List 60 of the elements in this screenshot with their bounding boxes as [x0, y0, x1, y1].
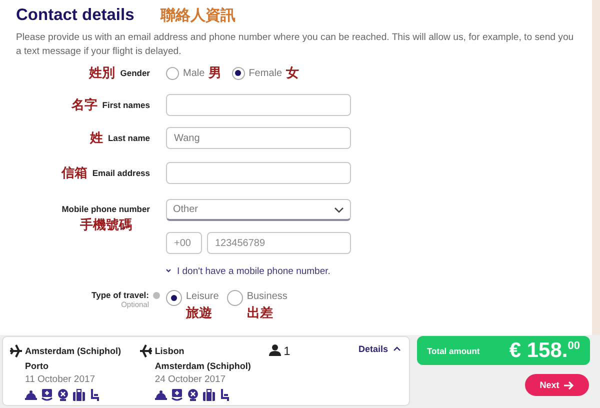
chevron-up-icon: [393, 346, 402, 351]
field-label: Type of travel:: [92, 290, 149, 300]
medical-icon: [41, 389, 53, 401]
text-field[interactable]: [166, 162, 351, 184]
destination-city: Amsterdam (Schiphol): [154, 361, 252, 371]
option-label[interactable]: Business: [246, 290, 288, 303]
airplane-icon: [138, 344, 153, 358]
airplane-icon: [9, 344, 23, 358]
arrow-right-icon: [564, 380, 574, 390]
flight-date: 24 October 2017: [154, 374, 227, 385]
seat-icon: [218, 389, 231, 401]
annotation: 名字: [71, 96, 98, 114]
annotation: 姓別: [89, 65, 116, 82]
annotation: 出差: [246, 305, 273, 322]
annotation: 旅遊: [186, 305, 212, 322]
cancel-icon: [57, 389, 69, 401]
section-title: Contact details: [16, 6, 134, 24]
field-label: Gender: [120, 68, 150, 78]
annotation: 聯絡人資訊: [160, 6, 236, 24]
annotation: 姓: [90, 130, 103, 147]
annotation: 女: [286, 65, 300, 82]
option-label[interactable]: Female: [248, 68, 282, 78]
origin-city: Lisbon: [154, 346, 184, 356]
country-dropdown[interactable]: Other: [166, 199, 351, 221]
no-mobile-link[interactable]: I don't have a mobile phone number.: [166, 266, 330, 276]
medical-icon: [170, 389, 183, 401]
details-link[interactable]: Details: [358, 344, 402, 356]
next-button[interactable]: Next: [525, 374, 589, 396]
radio-button[interactable]: [166, 66, 179, 80]
description: Please provide us with an email address and phone number where you can be reached. This will allow us, for example, to send you a text message if your flight is delayed.: [16, 31, 575, 59]
radio-button[interactable]: [232, 66, 245, 80]
field-label: Email address: [92, 168, 150, 178]
prefix-field[interactable]: +00: [166, 232, 202, 254]
seat-icon: [89, 389, 101, 401]
radio-button[interactable]: [226, 290, 243, 306]
info-icon: [153, 292, 160, 299]
annotation: 手機號碼: [80, 216, 132, 234]
phone-field[interactable]: 123456789: [207, 232, 351, 254]
destination-city: Porto: [24, 361, 50, 371]
origin-city: Amsterdam (Schiphol): [25, 346, 122, 356]
person-icon: [268, 344, 281, 356]
chevron-down-icon: [334, 206, 344, 212]
radio-button[interactable]: [166, 290, 182, 306]
flight-date: 11 October 2017: [24, 374, 96, 385]
annotation: 信箱: [61, 165, 88, 182]
total-amount: € 158.$^{00}$: [509, 338, 580, 362]
text-field[interactable]: [166, 94, 351, 116]
suitcase-icon: [73, 389, 85, 401]
field-label: Last name: [108, 133, 150, 143]
passenger-count: 1: [284, 344, 290, 358]
field-label: First names: [102, 100, 150, 110]
cancel-icon: [186, 389, 199, 401]
annotation: 男: [208, 65, 222, 82]
field-label: Mobile phone number: [62, 204, 150, 214]
chevron-down-icon: [166, 269, 171, 273]
total-label: Total amount: [427, 346, 480, 356]
option-label[interactable]: Male: [183, 68, 205, 78]
option-label[interactable]: Leisure: [186, 290, 219, 303]
suitcase-icon: [202, 389, 215, 401]
text-field[interactable]: Wang: [166, 127, 351, 149]
